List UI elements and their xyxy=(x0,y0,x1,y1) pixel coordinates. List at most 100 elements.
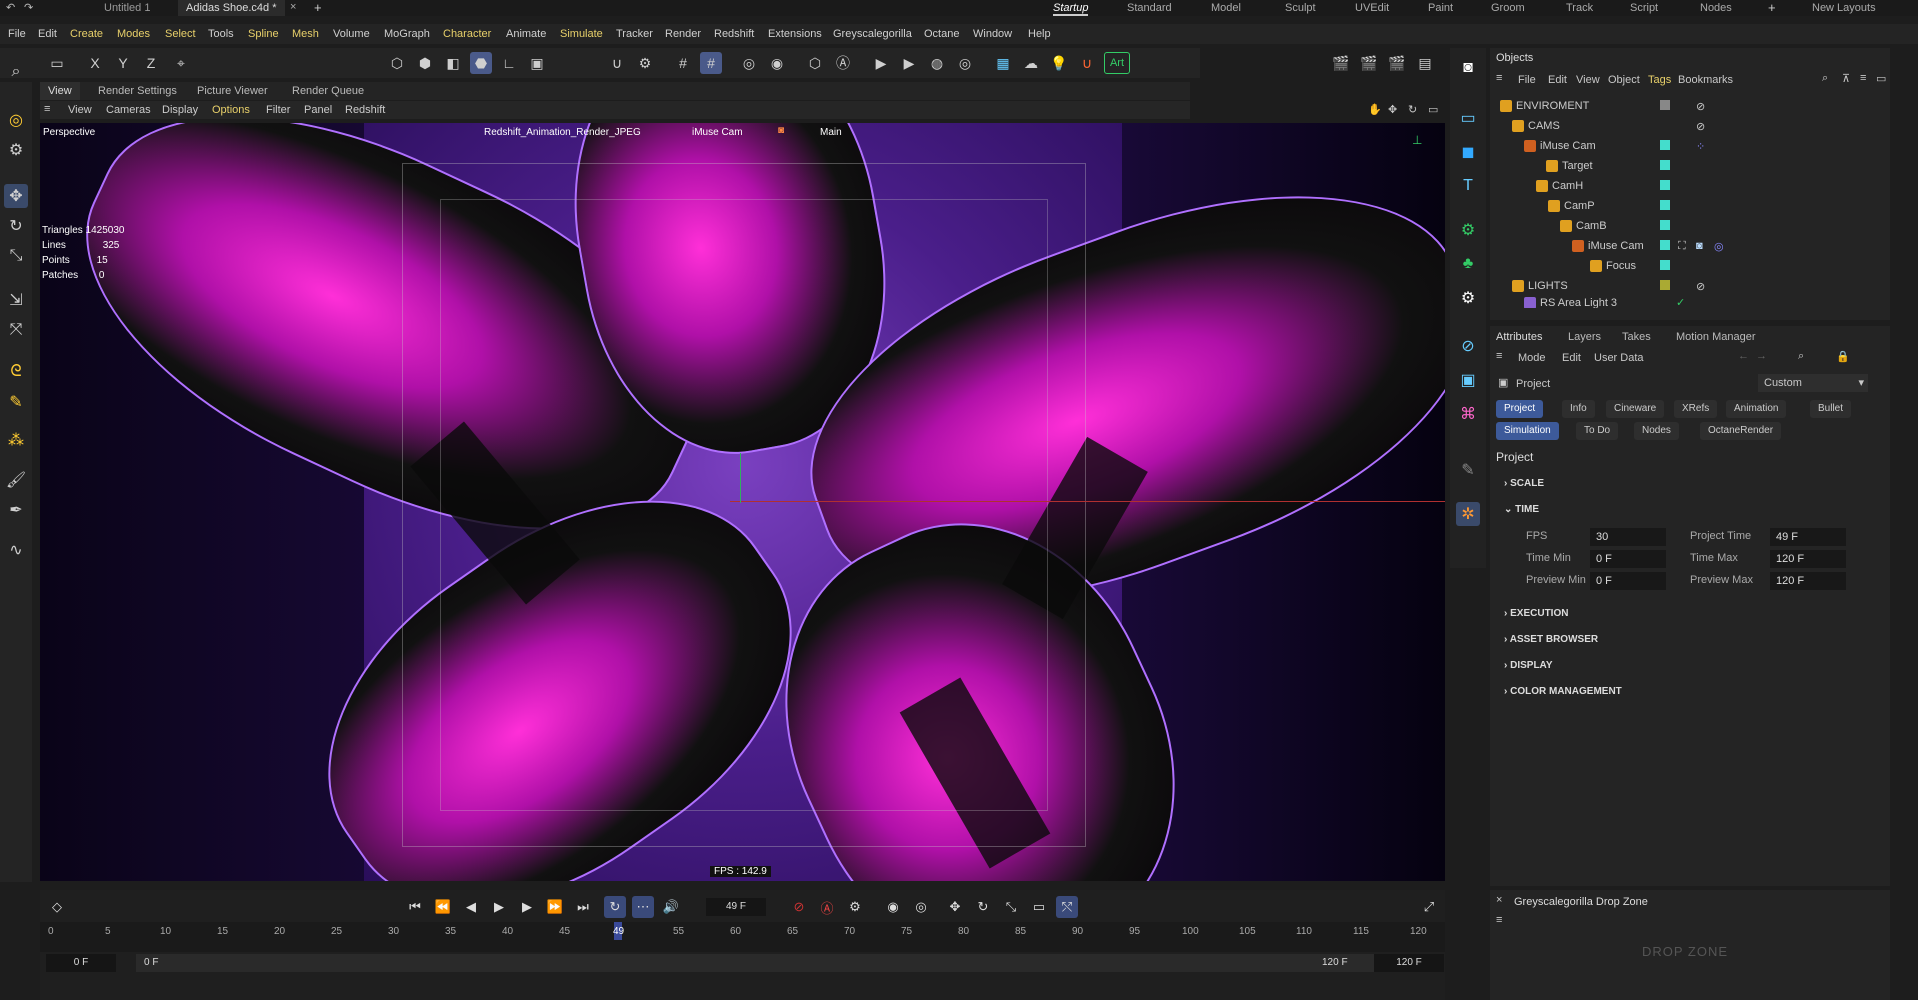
menu-extensions[interactable]: Extensions xyxy=(768,24,822,44)
axis-lock-icon[interactable]: ◉ xyxy=(766,52,788,74)
time-min-field[interactable]: 0 F xyxy=(1590,550,1666,568)
layout-groom[interactable]: Groom xyxy=(1491,0,1525,16)
visibility-tag[interactable] xyxy=(1660,200,1670,210)
section-display[interactable]: › DISPLAY xyxy=(1504,660,1553,671)
render-settings-icon[interactable]: ◎ xyxy=(954,52,976,74)
primitive-cube-icon[interactable]: ◼ xyxy=(1456,140,1480,164)
search-icon[interactable]: ⌕ xyxy=(4,60,28,84)
tab-takes[interactable]: Takes xyxy=(1622,326,1651,348)
attr-menu-edit[interactable]: Edit xyxy=(1562,352,1581,364)
vp-menu-options[interactable]: Options xyxy=(212,101,250,119)
axis-y-button[interactable]: Y xyxy=(112,52,134,74)
object-mode-icon[interactable]: ⬣ xyxy=(470,52,492,74)
preset-dropdown[interactable]: Custom ▾ xyxy=(1758,374,1868,392)
object-row[interactable]: CamP xyxy=(1490,196,1890,216)
key-param-icon[interactable]: ▭ xyxy=(1028,896,1050,918)
attr-btn-project[interactable]: Project xyxy=(1496,400,1544,418)
coordinate-system-icon[interactable]: ⌖ xyxy=(170,52,192,74)
mograph-cloner-icon[interactable]: ▦ xyxy=(992,52,1014,74)
sound-icon[interactable]: 🔊 xyxy=(660,896,682,918)
clapper-2-icon[interactable]: 🎬 xyxy=(1358,52,1380,74)
menu-volume[interactable]: Volume xyxy=(333,24,370,44)
keyframe-diamond-icon[interactable]: ◇ xyxy=(46,896,68,918)
add-layout-icon[interactable]: + xyxy=(1768,0,1776,15)
scene-start-field[interactable]: 0 F xyxy=(46,954,116,972)
menu-edit[interactable]: Edit xyxy=(38,24,57,44)
menu-character[interactable]: Character xyxy=(443,24,491,44)
attr-btn-bullet[interactable]: Bullet xyxy=(1810,400,1852,418)
visibility-tag[interactable] xyxy=(1660,100,1670,110)
object-row[interactable]: iMuse Cam xyxy=(1490,236,1890,256)
points-mode-icon[interactable]: ⬡ xyxy=(386,52,408,74)
scale-icon[interactable]: ⤡ xyxy=(4,244,28,268)
close-tab-icon[interactable]: × xyxy=(290,1,296,13)
menu-tracker[interactable]: Tracker xyxy=(616,24,653,44)
scene-end-field[interactable]: 120 F xyxy=(1374,954,1444,972)
key-rotate-icon[interactable]: ↻ xyxy=(972,896,994,918)
attr-btn-info[interactable]: Info xyxy=(1562,400,1595,418)
obj-menu-view[interactable]: View xyxy=(1576,74,1600,86)
field-icon[interactable]: ⊘ xyxy=(1456,334,1480,358)
tab-picture-viewer[interactable]: Picture Viewer xyxy=(197,82,268,100)
clapper-1-icon[interactable]: 🎬 xyxy=(1330,52,1352,74)
prev-key-icon[interactable]: ⏪ xyxy=(432,896,454,918)
forward-arrow-icon[interactable]: → xyxy=(1756,350,1767,362)
current-frame-field[interactable]: 49 F xyxy=(706,898,766,916)
undo-icon[interactable]: ↶ xyxy=(6,1,15,14)
list-icon[interactable]: ≡ xyxy=(1860,72,1866,84)
tab-view[interactable]: View xyxy=(40,82,80,100)
vp-menu-filter[interactable]: Filter xyxy=(266,101,290,119)
grid-snap-icon[interactable]: # xyxy=(700,52,722,74)
layout-startup[interactable]: Startup xyxy=(1053,0,1089,16)
tab-attributes[interactable]: Attributes xyxy=(1496,326,1542,348)
document-tab-untitled[interactable]: Untitled 1 xyxy=(96,0,158,16)
tab-motion-manager[interactable]: Motion Manager xyxy=(1676,326,1756,348)
visibility-tag[interactable] xyxy=(1660,140,1670,150)
visibility-tag[interactable] xyxy=(1660,160,1670,170)
menu-redshift[interactable]: Redshift xyxy=(714,24,754,44)
time-max-field[interactable]: 120 F xyxy=(1770,550,1846,568)
obj-menu-file[interactable]: File xyxy=(1518,74,1536,86)
generator-icon[interactable]: ⚙ xyxy=(1456,218,1480,242)
obj-menu-bookmarks[interactable]: Bookmarks xyxy=(1678,74,1733,86)
tab-render-settings[interactable]: Render Settings xyxy=(98,82,177,100)
document-tab-adidas-shoe[interactable]: Adidas Shoe.c4d * xyxy=(178,0,285,16)
rotate-view-icon[interactable]: ↻ xyxy=(1408,103,1417,116)
render-globe-icon[interactable]: ◍ xyxy=(926,52,948,74)
render-active-view-icon[interactable]: ▶ xyxy=(870,52,892,74)
deformer-icon[interactable]: ♣ xyxy=(1456,252,1480,276)
axis-z-button[interactable]: Z xyxy=(140,52,162,74)
menu-window[interactable]: Window xyxy=(973,24,1012,44)
transform-icon[interactable]: ⇲ xyxy=(4,288,28,312)
vp-menu-redshift[interactable]: Redshift xyxy=(345,101,385,119)
checkmark-icon[interactable]: ✓ xyxy=(1676,296,1685,309)
section-time[interactable]: ⌄ TIME xyxy=(1504,504,1539,515)
key-scale-icon[interactable]: ⤡ xyxy=(1000,896,1022,918)
no-render-tag-icon[interactable]: ⊘ xyxy=(1696,280,1705,293)
menu-spline[interactable]: Spline xyxy=(248,24,279,44)
rotate-icon[interactable]: ↻ xyxy=(4,214,28,238)
spline-pen-icon[interactable]: ∿ xyxy=(4,538,28,562)
move-icon[interactable]: ✥ xyxy=(4,184,28,208)
annotation-icon[interactable]: Ⓐ xyxy=(832,52,854,74)
layout-nodes[interactable]: Nodes xyxy=(1700,0,1732,16)
preview-max-field[interactable]: 120 F xyxy=(1770,572,1846,590)
search-icon[interactable]: ⌕ xyxy=(1798,350,1804,363)
project-time-field[interactable]: 49 F xyxy=(1770,528,1846,546)
art-button[interactable]: Art xyxy=(1104,52,1130,74)
lock-icon[interactable]: 🔒 xyxy=(1836,350,1850,363)
vp-menu-panel[interactable]: Panel xyxy=(304,101,332,119)
knife-icon[interactable]: ✎ xyxy=(4,390,28,414)
preview-range-bar[interactable] xyxy=(136,954,1390,972)
preview-min-field[interactable]: 0 F xyxy=(1590,572,1666,590)
obj-menu-tags[interactable]: Tags xyxy=(1648,74,1671,86)
uv-mode-icon[interactable]: ∟ xyxy=(498,52,520,74)
vp-menu-display[interactable]: Display xyxy=(162,101,198,119)
next-key-icon[interactable]: ⏩ xyxy=(544,896,566,918)
new-layouts-button[interactable]: New Layouts xyxy=(1812,0,1876,16)
object-row[interactable]: LIGHTS xyxy=(1490,276,1890,296)
key-pla-icon[interactable]: ⤲ xyxy=(1056,896,1078,918)
fps-field[interactable]: 30 xyxy=(1590,528,1666,546)
attr-btn-cineware[interactable]: Cineware xyxy=(1606,400,1665,418)
extrude-icon[interactable]: ⁂ xyxy=(4,428,28,452)
